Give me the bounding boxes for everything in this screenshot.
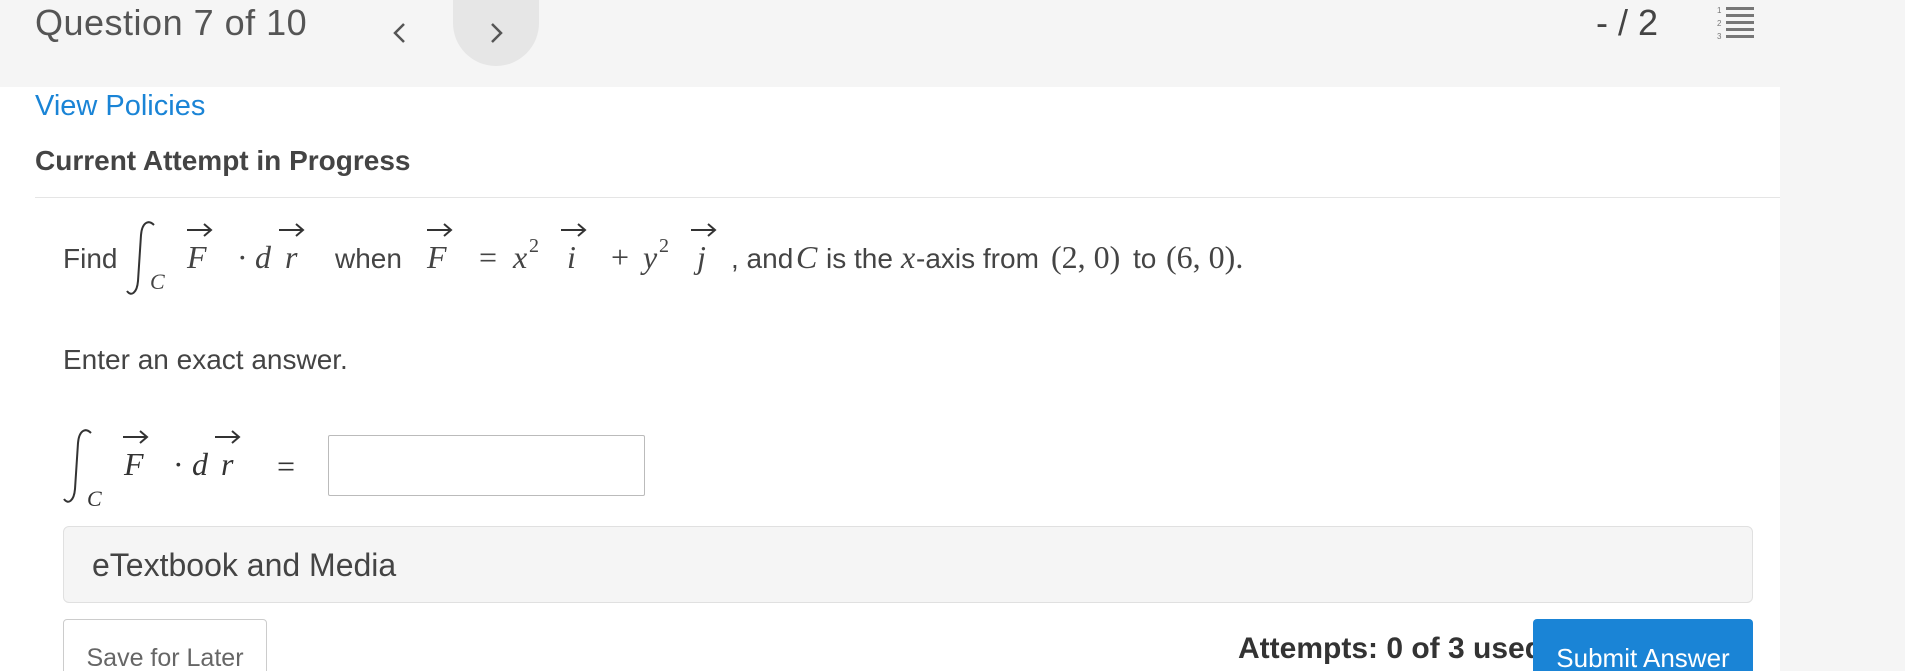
attempt-heading: Current Attempt in Progress (35, 145, 411, 176)
etextbook-media-panel[interactable]: eTextbook and Media (63, 526, 1753, 603)
exponent: 2 (659, 235, 669, 257)
previous-question-button[interactable] (357, 0, 443, 66)
save-for-later-button[interactable]: Save for Later (63, 619, 267, 671)
view-policies-link[interactable]: View Policies (35, 90, 205, 123)
problem-axis-text: -axis from (916, 243, 1039, 274)
instruction-text: Enter an exact answer. (63, 344, 348, 375)
integral-subscript: C (150, 269, 165, 294)
divider (35, 197, 1780, 198)
question-panel: View Policies Current Attempt in Progres… (0, 87, 1780, 671)
score-display: - / 2 (1596, 2, 1659, 43)
integral-subscript: C (87, 486, 102, 511)
dot-operator: · (173, 446, 184, 482)
svg-text:1: 1 (1717, 6, 1722, 15)
vector-arrow (123, 430, 149, 444)
variable-y: y (643, 239, 658, 275)
equals-sign: = (479, 239, 498, 275)
differential-d: d (255, 239, 271, 275)
answer-expression: C F · d r = (63, 422, 323, 522)
equals-sign: = (277, 448, 296, 484)
unit-vector-j: j (697, 239, 706, 275)
vector-r: r (221, 446, 234, 482)
next-question-button[interactable] (453, 0, 539, 66)
problem-and-text: , and (731, 243, 794, 274)
differential-d: d (192, 446, 208, 482)
vector-F: F (187, 239, 207, 275)
svg-text:3: 3 (1717, 32, 1722, 41)
vector-F: F (124, 446, 144, 482)
point-start: (2, 0) (1051, 239, 1121, 275)
problem-statement: Find C F · d r when F = x 2 i + y 2 j , … (63, 217, 1663, 307)
vector-arrow (215, 430, 241, 444)
problem-when-text: when (335, 243, 402, 274)
top-bar: Question 7 of 10 - / 2 1 2 3 (0, 0, 1905, 87)
variable-x: x (901, 239, 916, 275)
unit-vector-i: i (567, 239, 576, 275)
problem-to-text: to (1133, 243, 1157, 274)
attempts-counter: Attempts: 0 of 3 used (1238, 632, 1544, 665)
variable-x: x (513, 239, 528, 275)
vector-arrow (279, 223, 305, 237)
point-end: (6, 0). (1166, 239, 1244, 275)
answer-input[interactable] (328, 435, 645, 496)
vector-arrow (561, 223, 587, 237)
problem-find-text: Find (63, 243, 118, 274)
problem-is-the-text: is the (826, 243, 893, 274)
svg-text:2: 2 (1717, 19, 1722, 28)
vector-arrow (691, 223, 717, 237)
curve-C: C (796, 239, 818, 275)
chevron-right-icon (491, 23, 503, 43)
question-title: Question 7 of 10 (35, 2, 308, 43)
plus-sign: + (611, 239, 630, 275)
etextbook-media-label: eTextbook and Media (92, 547, 397, 583)
vector-F: F (427, 239, 447, 275)
chevron-left-icon (393, 23, 405, 43)
numbered-list-icon[interactable]: 1 2 3 (1716, 4, 1756, 42)
dot-operator: · (237, 239, 248, 275)
submit-answer-button[interactable]: Submit Answer (1533, 619, 1753, 671)
vector-arrow (187, 223, 213, 237)
vector-arrow (427, 223, 453, 237)
vector-r: r (285, 239, 298, 275)
exponent: 2 (529, 235, 539, 257)
